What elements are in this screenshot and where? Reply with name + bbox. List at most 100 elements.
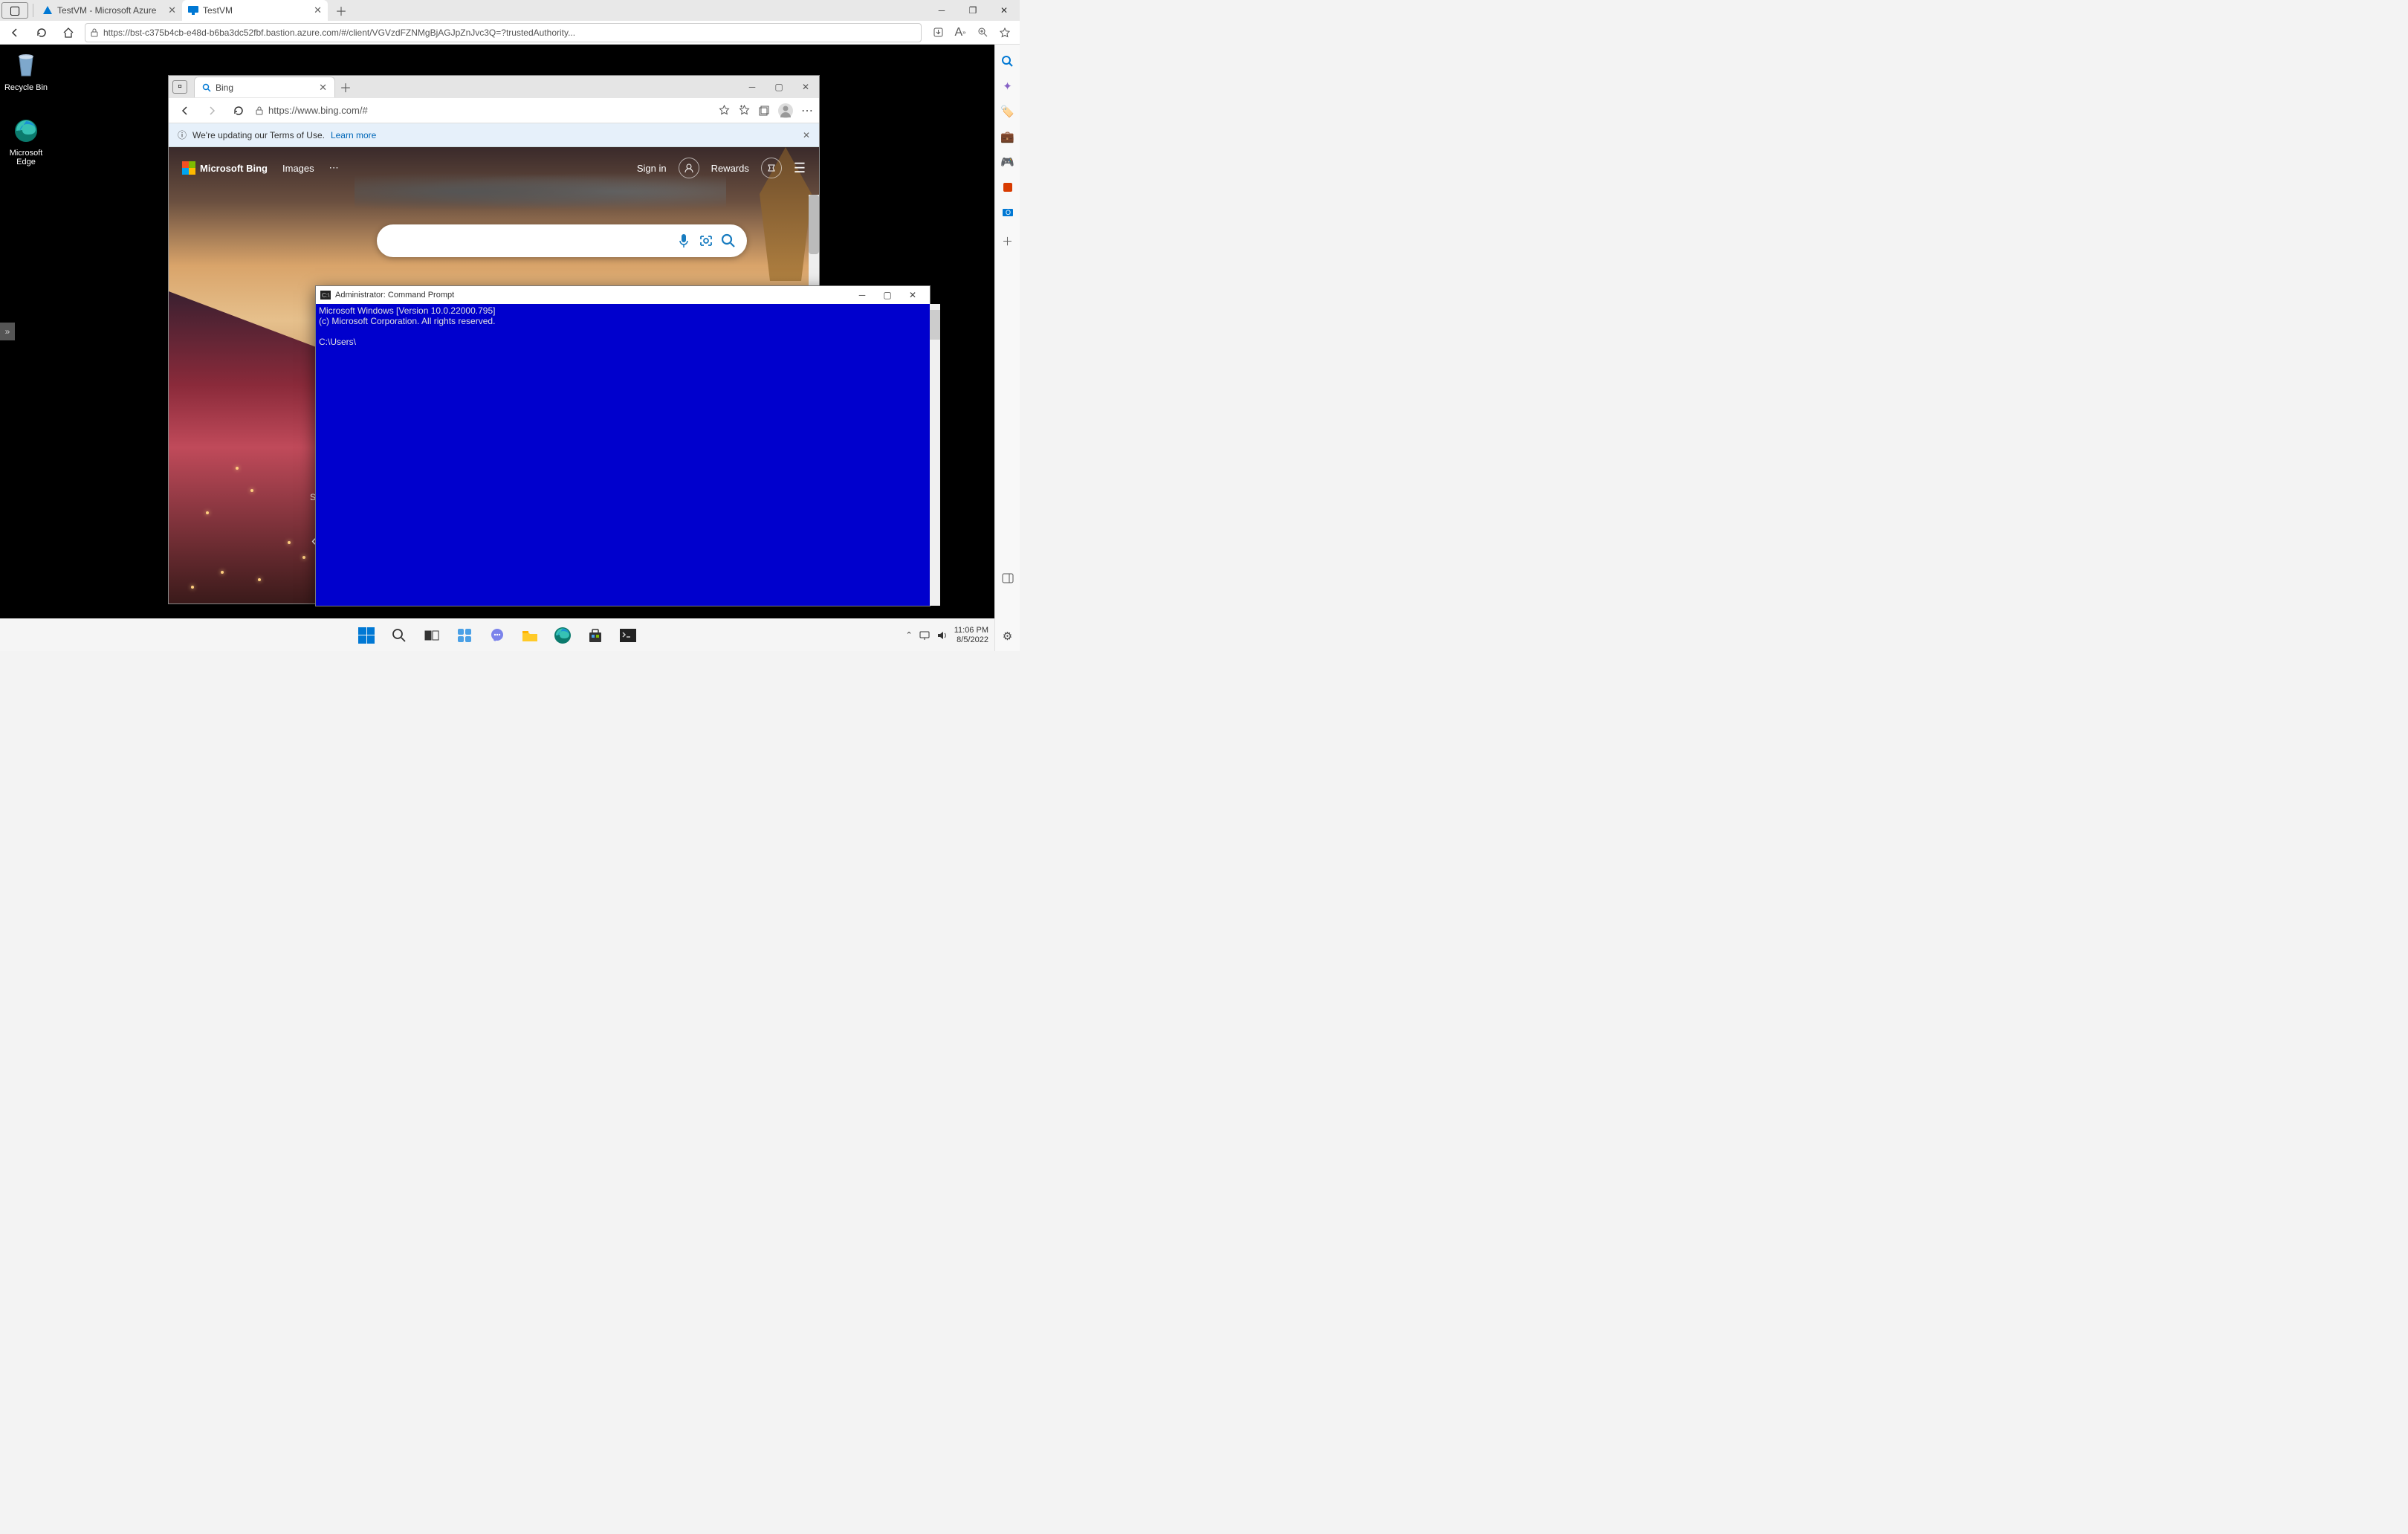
- settings-icon[interactable]: ⚙: [1000, 629, 1015, 644]
- inner-url-text: https://www.bing.com/#: [268, 105, 368, 116]
- maximize-button[interactable]: ❐: [957, 0, 988, 21]
- bing-header: Microsoft Bing Images ⋯ Sign in Rewards …: [169, 153, 819, 183]
- add-sidebar-icon[interactable]: ＋: [1000, 233, 1015, 248]
- home-button[interactable]: [58, 22, 79, 43]
- taskbar-clock[interactable]: 11:06 PM 8/5/2022: [954, 626, 988, 644]
- bing-rewards[interactable]: Rewards: [711, 163, 749, 174]
- read-aloud-icon[interactable]: A»: [950, 22, 971, 43]
- cmd-title-text: Administrator: Command Prompt: [335, 291, 454, 300]
- profile-icon[interactable]: [679, 158, 699, 178]
- taskbar-edge[interactable]: [548, 621, 577, 650]
- bing-search-input[interactable]: [384, 235, 673, 247]
- inner-maximize[interactable]: ▢: [766, 76, 792, 98]
- bing-search-box[interactable]: [377, 224, 747, 257]
- bing-signin[interactable]: Sign in: [637, 163, 667, 174]
- cmd-output[interactable]: Microsoft Windows [Version 10.0.22000.79…: [316, 304, 930, 606]
- back-button[interactable]: [4, 22, 25, 43]
- taskbar-time: 11:06 PM: [954, 626, 988, 635]
- shopping-icon[interactable]: 🏷️: [1000, 104, 1015, 119]
- edge-icon: [13, 116, 39, 146]
- inner-new-tab[interactable]: ＋: [335, 77, 356, 97]
- bastion-remote-viewport[interactable]: » Recycle Bin Microsoft Edge ▫ Bing ✕ ＋ …: [0, 45, 994, 618]
- outer-tab1-title: TestVM - Microsoft Azure: [57, 5, 156, 16]
- inner-tab-title: Bing: [216, 82, 233, 93]
- cmd-maximize[interactable]: ▢: [875, 287, 900, 303]
- hamburger-icon[interactable]: ☰: [794, 161, 806, 176]
- taskbar-widgets[interactable]: [450, 621, 479, 650]
- taskbar-store[interactable]: [581, 621, 609, 650]
- tab-actions-button[interactable]: ▢: [0, 2, 30, 19]
- favorites-icon[interactable]: [994, 22, 1015, 43]
- tray-network-icon[interactable]: [919, 630, 930, 641]
- close-button[interactable]: ✕: [988, 0, 1020, 21]
- taskbar-start[interactable]: [352, 621, 381, 650]
- inner-tabstrip: ▫ Bing ✕ ＋ ─ ▢ ✕: [169, 76, 819, 98]
- outer-tab2-title: TestVM: [203, 5, 233, 16]
- new-tab-button[interactable]: ＋: [331, 0, 352, 21]
- info-icon: ⓘ: [178, 129, 187, 141]
- outer-tab-azure[interactable]: TestVM - Microsoft Azure ✕: [36, 0, 182, 21]
- bing-nav-more[interactable]: ⋯: [329, 162, 339, 174]
- sidebar-toggle-icon[interactable]: [1000, 571, 1015, 586]
- inner-profile-icon[interactable]: [777, 103, 794, 119]
- cmd-icon: C:\: [320, 291, 331, 300]
- rewards-icon[interactable]: [761, 158, 782, 178]
- office-icon[interactable]: [1000, 180, 1015, 195]
- inner-url-input[interactable]: https://www.bing.com/#: [255, 105, 712, 116]
- inner-favorites-icon[interactable]: [738, 104, 751, 117]
- close-icon[interactable]: ✕: [314, 4, 322, 16]
- inner-tab-actions[interactable]: ▫: [169, 80, 191, 94]
- search-icon[interactable]: [717, 230, 739, 252]
- inner-menu-icon[interactable]: ⋯: [801, 103, 813, 118]
- cmd-prompt: C:\Users\: [319, 337, 356, 347]
- inner-forward: [201, 100, 222, 121]
- cmd-minimize[interactable]: ─: [849, 287, 875, 303]
- outer-address-bar: https://bst-c375b4cb-e48d-b6ba3dc52fbf.b…: [0, 21, 1020, 45]
- cmd-line1: Microsoft Windows [Version 10.0.22000.79…: [319, 305, 495, 316]
- url-input[interactable]: https://bst-c375b4cb-e48d-b6ba3dc52fbf.b…: [85, 23, 922, 42]
- refresh-button[interactable]: [31, 22, 52, 43]
- recyclebin-icon: [13, 51, 39, 80]
- outer-tab-testvm[interactable]: TestVM ✕: [182, 0, 328, 21]
- taskbar-taskview[interactable]: [418, 621, 446, 650]
- inner-star-icon[interactable]: [718, 104, 731, 117]
- desktop-label: Microsoft Edge: [0, 149, 52, 166]
- bing-logo[interactable]: Microsoft Bing: [182, 161, 268, 175]
- zoom-icon[interactable]: [972, 22, 993, 43]
- notice-learn-more[interactable]: Learn more: [331, 130, 376, 140]
- desktop-icon-edge[interactable]: Microsoft Edge: [0, 116, 52, 166]
- tools-icon[interactable]: 💼: [1000, 129, 1015, 144]
- install-app-icon[interactable]: [928, 22, 948, 43]
- taskbar-chat[interactable]: [483, 621, 511, 650]
- close-icon[interactable]: ✕: [168, 4, 176, 16]
- cmd-titlebar[interactable]: C:\ Administrator: Command Prompt ─ ▢ ✕: [316, 286, 930, 304]
- tray-chevron-icon[interactable]: ⌃: [906, 630, 913, 640]
- outer-browser-tabstrip: ▢ TestVM - Microsoft Azure ✕ TestVM ✕ ＋ …: [0, 0, 1020, 21]
- inner-back[interactable]: [175, 100, 195, 121]
- vm-icon: [188, 5, 198, 16]
- close-icon[interactable]: ✕: [319, 82, 327, 94]
- inner-close[interactable]: ✕: [792, 76, 819, 98]
- edge-sidebar: ✦ 🏷️ 💼 🎮 O ＋ ⚙: [994, 45, 1020, 651]
- taskbar-search[interactable]: [385, 621, 413, 650]
- discover-icon[interactable]: ✦: [1000, 79, 1015, 94]
- notice-close[interactable]: ✕: [803, 130, 810, 140]
- tray-volume-icon[interactable]: [936, 630, 948, 641]
- taskbar-terminal[interactable]: [614, 621, 642, 650]
- cmd-close[interactable]: ✕: [900, 287, 925, 303]
- search-icon[interactable]: [1000, 54, 1015, 68]
- voice-icon[interactable]: [673, 230, 695, 252]
- minimize-button[interactable]: ─: [926, 0, 957, 21]
- inner-tab-bing[interactable]: Bing ✕: [194, 77, 335, 97]
- cmd-scrollbar[interactable]: [930, 304, 940, 606]
- desktop-icon-recyclebin[interactable]: Recycle Bin: [0, 51, 52, 92]
- games-icon[interactable]: 🎮: [1000, 155, 1015, 169]
- taskbar-explorer[interactable]: [516, 621, 544, 650]
- camera-icon[interactable]: [695, 230, 717, 252]
- outlook-icon[interactable]: O: [1000, 205, 1015, 220]
- inner-collections-icon[interactable]: [758, 105, 770, 117]
- bing-nav-images[interactable]: Images: [282, 163, 314, 174]
- bastion-toolbar-handle[interactable]: »: [0, 323, 15, 340]
- inner-refresh[interactable]: [228, 100, 249, 121]
- inner-minimize[interactable]: ─: [739, 76, 766, 98]
